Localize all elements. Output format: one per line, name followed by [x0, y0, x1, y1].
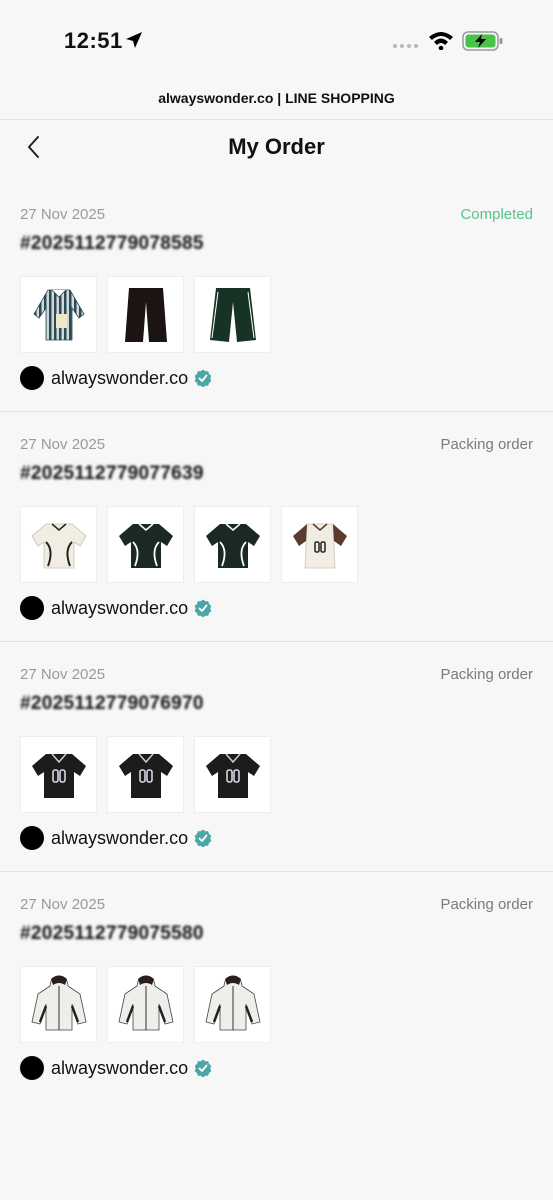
white-jacket-icon	[205, 975, 260, 1030]
product-thumbnail[interactable]	[107, 506, 184, 583]
status-bar: 12:51	[0, 0, 553, 80]
verified-badge-icon	[194, 1059, 212, 1077]
shop-avatar	[20, 366, 44, 390]
page-title: My Order	[228, 134, 325, 159]
product-thumbnail[interactable]	[194, 506, 271, 583]
product-thumbnails	[20, 966, 271, 1043]
order-status: Packing order	[440, 436, 533, 453]
order-card[interactable]: 27 Nov 2025 Packing order #2025112779077…	[0, 412, 553, 642]
black-pants-icon	[124, 287, 167, 342]
wifi-icon	[429, 32, 453, 50]
order-number: #2025112779075580	[20, 923, 204, 944]
product-thumbnail[interactable]	[194, 276, 271, 353]
shop-row[interactable]: alwayswonder.co	[20, 826, 212, 850]
battery-charging-icon	[462, 31, 503, 51]
black-jersey-icon	[31, 753, 86, 798]
site-title: alwayswonder.co | LINE SHOPPING	[158, 90, 395, 106]
verified-badge-icon	[194, 829, 212, 847]
product-thumbnail[interactable]	[107, 736, 184, 813]
product-thumbnail[interactable]	[281, 506, 358, 583]
green-pants-icon	[209, 287, 256, 342]
green-jersey-icon	[205, 522, 260, 568]
order-card[interactable]: 27 Nov 2025 Packing order #2025112779075…	[0, 872, 553, 1101]
product-thumbnails	[20, 506, 358, 583]
product-thumbnails	[20, 736, 271, 813]
shop-avatar	[20, 596, 44, 620]
header-divider	[0, 119, 553, 120]
product-thumbnail[interactable]	[107, 966, 184, 1043]
white-jacket-icon	[118, 975, 173, 1030]
shop-name: alwayswonder.co	[51, 367, 189, 388]
black-jersey-icon	[118, 753, 173, 798]
product-thumbnail[interactable]	[194, 966, 271, 1043]
shop-row[interactable]: alwayswonder.co	[20, 596, 212, 620]
signal-icon	[393, 44, 418, 48]
order-status: Packing order	[440, 666, 533, 683]
black-jersey-icon	[205, 753, 260, 798]
shop-avatar	[20, 1056, 44, 1080]
green-jersey-icon	[118, 522, 173, 568]
striped-shirt-icon	[32, 289, 85, 340]
cream-jersey-icon	[30, 522, 87, 568]
verified-badge-icon	[194, 599, 212, 617]
verified-badge-icon	[194, 369, 212, 387]
product-thumbnail[interactable]	[107, 276, 184, 353]
product-thumbnail[interactable]	[20, 506, 97, 583]
cream-brown-jersey-icon	[292, 522, 347, 568]
order-date: 27 Nov 2025	[20, 896, 106, 913]
shop-row[interactable]: alwayswonder.co	[20, 1056, 212, 1080]
order-list: 27 Nov 2025 Completed #2025112779078585	[0, 182, 553, 1101]
order-number: #2025112779076970	[20, 693, 204, 714]
order-card[interactable]: 27 Nov 2025 Packing order #2025112779076…	[0, 642, 553, 872]
order-card[interactable]: 27 Nov 2025 Completed #2025112779078585	[0, 182, 553, 412]
shop-avatar	[20, 826, 44, 850]
order-status: Packing order	[440, 896, 533, 913]
order-status: Completed	[460, 206, 533, 223]
order-date: 27 Nov 2025	[20, 666, 106, 683]
shop-name: alwayswonder.co	[51, 1057, 189, 1078]
shop-name: alwayswonder.co	[51, 827, 189, 848]
order-date: 27 Nov 2025	[20, 206, 106, 223]
shop-row[interactable]: alwayswonder.co	[20, 366, 212, 390]
product-thumbnails	[20, 276, 271, 353]
order-date: 27 Nov 2025	[20, 436, 106, 453]
order-number: #2025112779077639	[20, 463, 204, 484]
product-thumbnail[interactable]	[194, 736, 271, 813]
product-thumbnail[interactable]	[20, 966, 97, 1043]
order-number: #2025112779078585	[20, 233, 204, 254]
status-time: 12:51	[64, 28, 123, 53]
shop-name: alwayswonder.co	[51, 597, 189, 618]
white-jacket-icon	[31, 975, 86, 1030]
product-thumbnail[interactable]	[20, 736, 97, 813]
location-arrow-icon	[126, 32, 142, 48]
product-thumbnail[interactable]	[20, 276, 97, 353]
